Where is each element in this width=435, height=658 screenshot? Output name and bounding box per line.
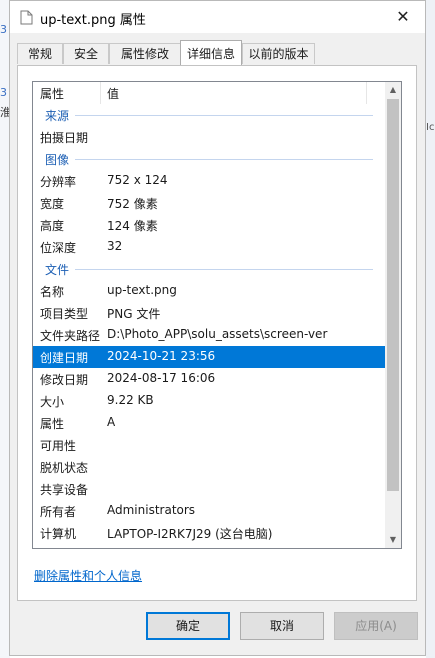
property-name: 计算机 [40,527,77,541]
property-value: 752 像素 [107,197,158,211]
property-name: 名称 [40,285,65,299]
property-rows: 来源拍摄日期图像分辨率 752 x 124 宽度 752 像素高度 124 像素位深度 3… [33,104,385,544]
property-name: 可用性 [40,439,77,453]
property-name: 宽度 [40,197,65,211]
tab-details[interactable]: 详细信息 [180,40,242,65]
group-title: 图像 [45,153,70,167]
background-text: 3 [0,86,7,99]
tab-security[interactable]: 安全 [63,43,109,64]
property-name: 大小 [40,395,65,409]
property-name: 属性 [40,417,65,431]
property-row[interactable]: 属性 A [33,412,385,434]
property-name: 高度 [40,219,65,233]
property-value: Administrators [107,503,196,517]
property-value: PNG 文件 [107,307,161,321]
property-row[interactable]: 文件夹路径 D:\Photo_APP\solu_assets\screen-ver [33,324,385,346]
background-text: Ic [426,122,435,133]
column-divider[interactable] [100,82,101,104]
details-panel: 属性 值 来源拍摄日期图像分辨率 752 x 124 宽度 752 像素高度 124 像… [17,65,417,601]
scroll-thumb[interactable] [387,99,399,491]
property-value: LAPTOP-I2RK7J29 (这台电脑) [107,527,273,541]
property-value: 2024-08-17 16:06 [107,371,216,385]
property-row[interactable]: 高度 124 像素 [33,214,385,236]
property-row[interactable]: 大小 9.22 KB [33,390,385,412]
property-value: 2024-10-21 23:56 [107,349,216,363]
property-value: 752 x 124 [107,173,168,187]
group-divider [75,115,373,116]
tab-general[interactable]: 常规 [17,43,63,64]
vertical-scrollbar[interactable]: ▲ ▼ [385,82,401,548]
remove-properties-link[interactable]: 删除属性和个人信息 [34,567,142,584]
property-row[interactable]: 拍摄日期 [33,126,385,148]
property-name: 共享设备 [40,483,89,497]
property-name: 分辨率 [40,175,77,189]
background-text: 3 [0,23,7,36]
property-value: 9.22 KB [107,393,154,407]
property-name: 脱机状态 [40,461,89,475]
property-row[interactable]: 位深度 32 [33,236,385,258]
tab-previous-versions[interactable]: 以前的版本 [242,43,315,64]
scroll-down-arrow[interactable]: ▼ [385,532,401,548]
property-row[interactable]: 项目类型 PNG 文件 [33,302,385,324]
property-value: up-text.png [107,283,177,297]
property-name: 项目类型 [40,307,89,321]
property-row[interactable]: 共享设备 [33,478,385,500]
property-row[interactable]: 所有者 Administrators [33,500,385,522]
property-row[interactable]: 修改日期 2024-08-17 16:06 [33,368,385,390]
details-list[interactable]: 属性 值 来源拍摄日期图像分辨率 752 x 124 宽度 752 像素高度 124 像… [32,81,402,549]
property-row[interactable]: 计算机 LAPTOP-I2RK7J29 (这台电脑) [33,522,385,544]
group-divider [75,269,373,270]
ok-button[interactable]: 确定 [146,612,230,640]
property-row[interactable]: 名称 up-text.png [33,280,385,302]
property-value: 124 像素 [107,219,158,233]
apply-button[interactable]: 应用(A) [334,612,418,640]
property-row[interactable]: 可用性 [33,434,385,456]
group-header: 图像 [33,148,385,170]
group-title: 来源 [45,109,70,123]
property-name: 拍摄日期 [40,131,89,145]
property-row[interactable]: 宽度 752 像素 [33,192,385,214]
properties-dialog: up-text.png 属性 ✕ 常规 安全 属性修改 详细信息 以前的版本 属… [9,0,426,656]
background-window-right: Ic [426,0,435,658]
title-bar[interactable]: up-text.png 属性 ✕ [10,1,425,33]
property-row[interactable]: 脱机状态 [33,456,385,478]
property-name: 位深度 [40,241,77,255]
column-divider[interactable] [366,82,367,104]
document-icon [20,10,33,25]
list-header: 属性 值 [33,82,385,104]
close-icon: ✕ [396,7,410,26]
property-name: 修改日期 [40,373,89,387]
cancel-button[interactable]: 取消 [240,612,324,640]
property-name: 文件夹路径 [40,329,101,343]
column-header-property[interactable]: 属性 [40,85,64,102]
property-name: 创建日期 [40,351,89,365]
property-value: A [107,415,116,429]
scroll-up-arrow[interactable]: ▲ [385,82,401,98]
property-row-selected[interactable]: 创建日期 2024-10-21 23:56 [33,346,385,368]
group-header: 来源 [33,104,385,126]
column-header-value[interactable]: 值 [107,85,119,102]
close-button[interactable]: ✕ [381,1,425,33]
group-divider [75,159,373,160]
property-value: 32 [107,239,123,253]
window-title: up-text.png 属性 [40,13,146,28]
group-header: 文件 [33,258,385,280]
property-name: 所有者 [40,505,77,519]
group-title: 文件 [45,263,70,277]
property-value: D:\Photo_APP\solu_assets\screen-ver [107,327,328,341]
tab-property-edit[interactable]: 属性修改 [109,43,181,64]
property-row[interactable]: 分辨率 752 x 124 [33,170,385,192]
